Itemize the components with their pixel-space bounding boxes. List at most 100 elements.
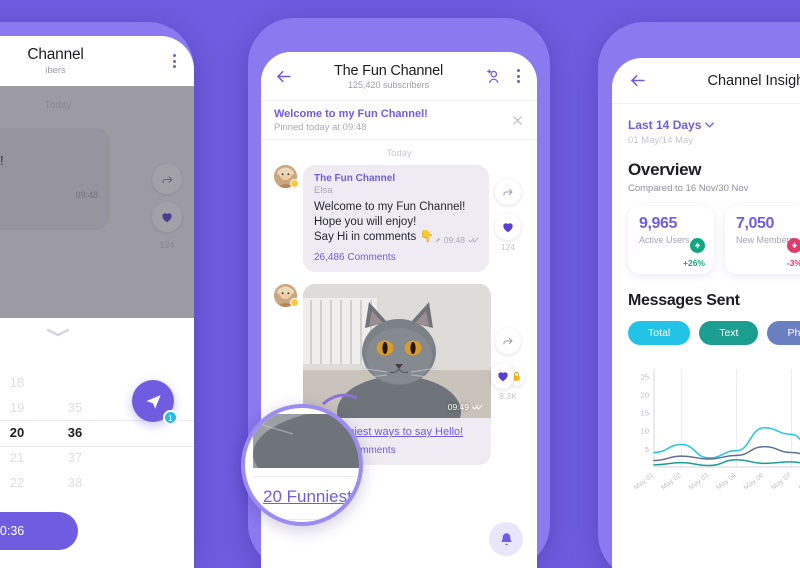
stat-value: 9,965 [639,215,678,232]
svg-text:10: 10 [641,427,649,436]
subscriber-count: 125,420 subscribers [347,79,430,90]
heart-icon[interactable] [491,363,515,389]
center-header-titles: The Fun Channel 125,420 subscribers [293,63,484,90]
message-row: The Fun Channel Elsa Welcome to my Fun C… [261,165,537,272]
send-fab-badge: 1 [163,410,178,425]
heart-icon[interactable] [495,214,521,240]
stat-delta: +26% [683,258,705,268]
insights-body: Last 14 Days 01 May/14 May Overview Comp… [612,104,800,568]
svg-text:May 02: May 02 [660,472,682,492]
reaction-column: 8.3K [491,328,525,401]
svg-text:25: 25 [641,372,649,381]
pinned-subtitle: Pinned today at 09:48 [274,121,367,133]
avatar-status-badge [290,179,299,188]
date-range-label: Last 14 Days [628,118,702,132]
message-line-1: Welcome to my Fun Channel! [314,201,466,213]
left-phone-frame: Channel ibers nnel o my Fun Channel! wil… [0,22,194,568]
magnified-cat-photo [253,414,359,468]
message-line-2: Hope you will enjoy! [314,216,417,228]
left-chat-area: nnel o my Fun Channel! will enjoy! ommen… [0,86,194,318]
insights-title: Channel Insights [707,72,800,89]
text-message-bubble[interactable]: The Fun Channel Elsa Welcome to my Fun C… [303,165,489,272]
close-icon[interactable] [511,114,524,127]
date-range-dates: 01 May/14 May [628,135,693,146]
arrow-down-icon [787,238,800,253]
stat-card-active-users[interactable]: 9,965 Active Users +26% [628,206,714,274]
message-channel-name: The Fun Channel [314,173,396,184]
svg-text:May 06: May 06 [743,472,765,492]
photo-meta: 09:49 [448,402,483,412]
left-channel-title: Channel [27,46,84,63]
reaction-count: 124 [500,242,516,252]
reaction-count: 8.3K [499,391,517,401]
more-vertical-icon[interactable] [169,50,180,72]
stat-value: 7,050 [736,215,775,232]
svg-text:May 04: May 04 [715,472,737,492]
magnifier-content: 20 Funniest way 53,648 Comments [253,414,359,522]
message-author: Elsa [314,185,333,196]
insights-header: Channel Insights [612,58,800,104]
messages-sent-title: Messages Sent [628,292,740,309]
forward-icon[interactable] [495,179,521,205]
header-actions [484,65,524,87]
hour-option[interactable]: 21 [0,445,44,470]
svg-text:May 03: May 03 [688,472,710,492]
arrow-up-icon [690,238,705,253]
series-tabs: Total Text Photo [628,321,800,345]
pinned-message-bar[interactable]: Welcome to my Fun Channel! Pinned today … [261,100,537,140]
overview-title: Overview [628,160,702,179]
right-phone-screen: Channel Insights Last 14 Days 01 May/14 … [612,58,800,568]
overview-compare: Compared to 16 Nov/30 Nov [628,183,749,194]
stat-delta: -3% [786,258,800,268]
minute-column[interactable]: 35 36 37 38 [48,370,102,495]
page-title: The Fun Channel [333,62,444,79]
photo-time: 09:49 [447,402,469,412]
minute-option[interactable] [48,370,102,395]
add-user-icon[interactable] [484,67,502,85]
chevron-down-icon [705,122,715,128]
send-today-button[interactable]: Send today, 20:36 [0,512,78,550]
minute-selected[interactable]: 36 [48,420,102,445]
svg-text:20: 20 [641,390,649,399]
minute-option[interactable]: 37 [48,445,102,470]
message-meta: 09:48 [433,235,479,245]
chevron-down-icon[interactable] [45,327,71,337]
hour-option[interactable]: 22 [0,470,44,495]
left-phone-screen: Channel ibers nnel o my Fun Channel! wil… [0,36,194,568]
left-subscriber-count: ibers [45,65,66,76]
message-time: 09:48 [443,235,465,245]
hour-column[interactable]: 18 19 20 21 22 [0,370,44,495]
minute-option[interactable]: 38 [48,470,102,495]
tab-total[interactable]: Total [628,321,691,345]
double-check-icon [472,404,483,410]
hour-option[interactable]: 19 [0,395,44,420]
stat-card-new-members[interactable]: 7,050 New Members -3% [725,206,800,274]
svg-text:May 07: May 07 [770,472,792,492]
tab-photo[interactable]: Photo [767,321,800,345]
back-arrow-icon[interactable] [274,67,293,86]
hour-option[interactable]: 18 [0,370,44,395]
chart-svg: 5 10 15 20 25 May 01 May 02 May 03 May 04 May 06 M… [633,369,800,492]
day-divider: Today [386,148,412,159]
comments-link[interactable]: 26,486 Comments [314,252,478,263]
tab-text[interactable]: Text [699,321,759,345]
center-header: The Fun Channel 125,420 subscribers [261,52,537,100]
svg-text:15: 15 [641,409,649,418]
reaction-column: 124 [491,179,525,252]
left-schedule-sheet: ssage 18 19 20 21 22 35 36 [0,318,194,568]
double-check-icon [468,237,479,243]
magnifier-lens: 20 Funniest way 53,648 Comments [241,404,363,526]
back-arrow-icon[interactable] [628,71,647,90]
messages-sent-chart[interactable]: 5 10 15 20 25 May 01 May 02 May 03 May 04 May 06 M… [628,363,800,513]
left-header-titles: Channel ibers [0,46,169,76]
right-phone-frame: Channel Insights Last 14 Days 01 May/14 … [598,22,800,568]
date-range-selector[interactable]: Last 14 Days [628,118,800,132]
minute-option[interactable]: 35 [48,395,102,420]
avatar-status-badge [290,298,299,307]
magnified-link[interactable]: 20 Funniest way [253,477,359,507]
hour-selected[interactable]: 20 [0,420,44,445]
svg-text:5: 5 [645,445,649,454]
bell-icon[interactable] [489,522,523,556]
forward-icon[interactable] [495,328,521,354]
more-vertical-icon[interactable] [513,65,524,87]
